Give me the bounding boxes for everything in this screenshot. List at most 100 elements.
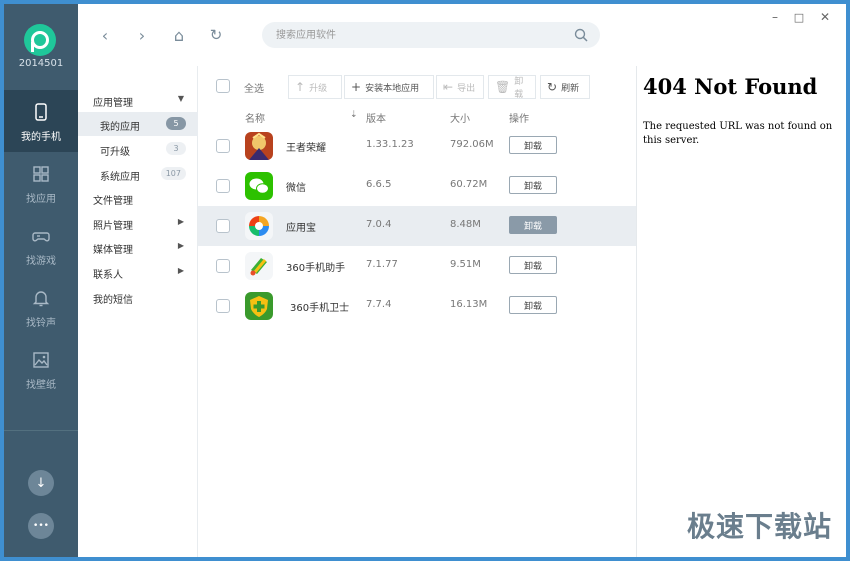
app-version: 7.7.4 — [366, 299, 392, 310]
install-local-button[interactable]: + 安装本地应用 — [344, 75, 434, 99]
rail-item-my-phone[interactable]: 我的手机 — [4, 90, 78, 152]
sort-icon[interactable]: ⇣ — [350, 110, 358, 120]
download-icon[interactable]: ↓ — [28, 470, 54, 496]
search-input[interactable] — [276, 26, 556, 44]
search-box — [262, 22, 600, 48]
upgrade-button[interactable]: ↑ 升级 — [288, 75, 342, 99]
uninstall-button[interactable]: 卸载 — [509, 176, 557, 194]
app-version: 7.1.77 — [366, 259, 398, 270]
sub-nav: 应用管理 ▼ 我的应用 5 可升级 3 系统应用 107 文件管理 照片管理 ▶… — [78, 66, 198, 557]
app-version: 1.33.1.23 — [366, 139, 414, 150]
refresh-list-label: 刷新 — [561, 83, 580, 94]
wechat-icon — [245, 172, 273, 200]
column-action: 操作 — [509, 114, 529, 125]
chevron-right-icon: ▶ — [177, 266, 184, 275]
subnav-system-apps[interactable]: 系统应用 107 — [78, 162, 198, 186]
rail-divider — [4, 430, 78, 431]
back-button[interactable]: ‹ — [94, 24, 116, 46]
honor-of-kings-icon — [245, 132, 273, 160]
subnav-label: 照片管理 — [93, 221, 133, 232]
export-icon: ⇤ — [443, 80, 454, 94]
table-row[interactable]: 360手机助手 7.1.77 9.51M 卸载 — [198, 246, 636, 286]
user-id: 2014501 — [18, 58, 64, 69]
subnav-label: 联系人 — [93, 270, 123, 281]
plus-icon: + — [351, 80, 362, 94]
row-checkbox[interactable] — [216, 299, 230, 313]
rail-item-find-apps[interactable]: 找应用 — [4, 152, 78, 214]
export-button[interactable]: ⇤ 导出 — [436, 75, 484, 99]
column-version[interactable]: 版本 — [366, 110, 386, 125]
rail-item-find-wallpapers[interactable]: 找壁纸 — [4, 338, 78, 400]
close-button[interactable]: ✕ — [816, 8, 834, 26]
subnav-label: 可升级 — [100, 147, 130, 158]
refresh-button[interactable]: ↻ — [205, 24, 227, 46]
subnav-my-apps[interactable]: 我的应用 5 — [78, 112, 198, 136]
count-badge: 3 — [166, 142, 186, 155]
rail-item-find-games[interactable]: 找游戏 — [4, 214, 78, 276]
app-size: 9.51M — [450, 259, 481, 270]
app-name: 360手机卫士 — [290, 303, 350, 314]
embedded-web-pane: 404 Not Found The requested URL was not … — [636, 66, 846, 557]
app-name: 360手机助手 — [286, 263, 346, 274]
uninstall-button[interactable]: 卸载 — [509, 296, 557, 314]
rail-item-label: 找应用 — [26, 194, 56, 205]
subnav-label: 我的短信 — [93, 295, 133, 306]
table-row[interactable]: 360手机卫士 7.7.4 16.13M 卸载 — [198, 286, 636, 326]
select-all-label: 全选 — [244, 84, 264, 95]
app-name: 应用宝 — [286, 223, 316, 234]
app-size: 8.48M — [450, 219, 481, 230]
rail-item-find-ringtones[interactable]: 找铃声 — [4, 276, 78, 338]
subnav-upgradable[interactable]: 可升级 3 — [78, 137, 198, 161]
row-checkbox[interactable] — [216, 219, 230, 233]
uninstall-batch-button[interactable]: 🗑 卸载 — [488, 75, 536, 100]
uninstall-button[interactable]: 卸载 — [509, 216, 557, 234]
myapp-icon — [245, 212, 273, 240]
subnav-label: 我的应用 — [100, 122, 140, 133]
site-watermark: 极速下载站 — [686, 510, 832, 543]
refresh-list-button[interactable]: ↻ 刷新 — [540, 75, 590, 99]
top-bar: ‹ › ⌂ ↻ – □ ✕ — [78, 4, 846, 66]
column-size[interactable]: 大小 — [450, 110, 470, 125]
subnav-label: 系统应用 — [100, 172, 140, 183]
row-checkbox[interactable] — [216, 179, 230, 193]
uninstall-button[interactable]: 卸载 — [509, 136, 557, 154]
count-badge: 107 — [160, 167, 186, 180]
forward-button[interactable]: › — [131, 24, 153, 46]
select-all-checkbox[interactable] — [216, 79, 230, 93]
error-message: The requested URL was not found on this … — [643, 121, 833, 146]
table-header: 名称 ⇣ 版本 大小 操作 — [198, 110, 636, 126]
app-toolbar: 全选 ↑ 升级 + 安装本地应用 ⇤ 导出 🗑 卸载 ↻ 刷新 — [198, 66, 636, 106]
row-checkbox[interactable] — [216, 139, 230, 153]
subnav-sms[interactable]: 我的短信 — [78, 285, 198, 309]
uninstall-button[interactable]: 卸载 — [509, 256, 557, 274]
maximize-button[interactable]: □ — [790, 8, 808, 26]
app-name: 微信 — [286, 183, 306, 194]
bell-icon — [32, 291, 50, 307]
upgrade-label: 升级 — [309, 83, 328, 94]
search-icon[interactable] — [574, 28, 588, 42]
uninstall-batch-label: 卸载 — [514, 77, 524, 100]
more-icon[interactable]: ••• — [28, 513, 54, 539]
subnav-photo-manage[interactable]: 照片管理 ▶ — [78, 211, 198, 235]
table-row[interactable]: 微信 6.6.5 60.72M 卸载 — [198, 166, 636, 206]
minimize-button[interactable]: – — [766, 8, 784, 26]
chevron-right-icon: ▶ — [177, 217, 184, 226]
table-row[interactable]: 王者荣耀 1.33.1.23 792.06M 卸载 — [198, 126, 636, 166]
column-name[interactable]: 名称 — [245, 110, 265, 125]
subnav-media-manage[interactable]: 媒体管理 ▶ — [78, 235, 198, 259]
trash-icon: 🗑 — [495, 80, 511, 94]
subnav-contacts[interactable]: 联系人 ▶ — [78, 260, 198, 284]
error-title: 404 Not Found — [643, 74, 818, 99]
home-button[interactable]: ⌂ — [168, 24, 190, 46]
row-checkbox[interactable] — [216, 259, 230, 273]
subnav-label: 文件管理 — [93, 196, 133, 207]
chevron-right-icon: ▶ — [177, 241, 184, 250]
subnav-file-manage[interactable]: 文件管理 — [78, 186, 198, 210]
subnav-label: 应用管理 — [93, 98, 133, 109]
phone-icon — [35, 103, 47, 121]
app-version: 6.6.5 — [366, 179, 392, 190]
table-row[interactable]: 应用宝 7.0.4 8.48M 卸载 — [198, 206, 636, 246]
app-size: 16.13M — [450, 299, 488, 310]
subnav-app-manage[interactable]: 应用管理 ▼ — [78, 88, 198, 112]
chevron-down-icon: ▼ — [177, 94, 184, 103]
